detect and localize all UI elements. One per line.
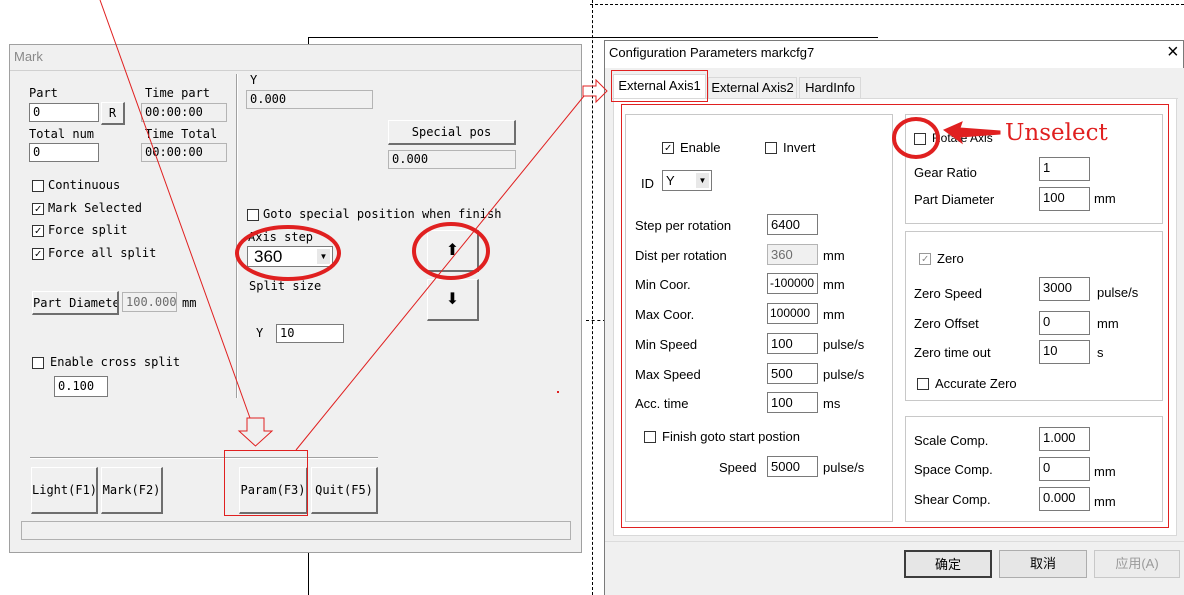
config-content-box [621, 104, 1169, 528]
axis-down-button[interactable]: ⬇ [427, 279, 479, 321]
force-split-label: Force split [48, 223, 128, 237]
goto-special-label: Goto special position when finish [263, 207, 502, 221]
unselect-annotation: Unselect [1005, 120, 1108, 146]
part-diameter-unit: mm [182, 296, 197, 310]
axis-up-button[interactable]: ⬆ [427, 230, 479, 272]
force-all-split-checkbox[interactable]: ✓ [32, 248, 44, 260]
close-icon[interactable]: × [1167, 41, 1179, 64]
quit-button[interactable]: Quit(F5) [311, 467, 378, 514]
time-part-label: Time part [145, 86, 211, 100]
cross-split-label: Enable cross split [50, 355, 181, 369]
special-pos-field: 0.000 [388, 150, 516, 169]
down-arrow-icon: ⬇ [445, 291, 460, 308]
tab-external-axis2[interactable]: External Axis2 [708, 77, 797, 98]
button-row-divider [30, 457, 378, 459]
part-diameter-button[interactable]: Part Diameter [32, 291, 119, 315]
part-diameter-field: 100.000 [122, 292, 177, 312]
status-bar [21, 521, 571, 540]
tab-highlight-box [611, 70, 708, 102]
goto-special-checkbox[interactable] [247, 209, 259, 221]
mark-window-title: Mark [14, 49, 43, 64]
cross-split-checkbox[interactable] [32, 357, 44, 369]
config-window-title: Configuration Parameters markcfg7 [609, 45, 815, 60]
canvas-hline [308, 37, 878, 38]
mark-selected-checkbox[interactable]: ✓ [32, 203, 44, 215]
split-size-label: Split size [249, 279, 322, 293]
axis-step-label: Axis step [248, 230, 314, 244]
apply-button[interactable]: 应用(A) [1094, 550, 1180, 578]
up-arrow-icon: ⬆ [445, 242, 460, 259]
special-pos-button[interactable]: Special pos [388, 120, 516, 145]
split-y-field[interactable]: 10 [276, 324, 344, 343]
split-y-label: Y [256, 326, 264, 340]
cancel-button[interactable]: 取消 [999, 550, 1087, 578]
continuous-label: Continuous [48, 178, 121, 192]
y-field: 0.000 [246, 90, 373, 109]
force-split-checkbox[interactable]: ✓ [32, 225, 44, 237]
mark-button[interactable]: Mark(F2) [101, 467, 163, 514]
mark-selected-label: Mark Selected [48, 201, 142, 215]
continuous-checkbox[interactable] [32, 180, 44, 192]
time-part-field: 00:00:00 [141, 103, 227, 122]
mark-panel-divider [236, 74, 238, 398]
part-label: Part [29, 86, 58, 100]
chevron-down-icon: ▼ [317, 249, 330, 264]
time-total-label: Time Total [145, 127, 218, 141]
total-num-label: Total num [29, 127, 95, 141]
dialog-footer-line [605, 541, 1184, 542]
axis-step-value: 360 [254, 247, 283, 266]
canvas-dash-h [590, 4, 1184, 5]
ok-button[interactable]: 确定 [904, 550, 992, 578]
axis-step-select[interactable]: 360 ▼ [247, 246, 333, 267]
r-button[interactable]: R [101, 102, 125, 125]
force-all-split-label: Force all split [48, 246, 157, 260]
mark-title-divider [10, 70, 581, 71]
part-field[interactable]: 0 [29, 103, 99, 122]
time-total-field: 00:00:00 [141, 143, 227, 162]
cross-split-field[interactable]: 0.100 [54, 376, 108, 397]
light-button[interactable]: Light(F1) [31, 467, 98, 514]
canvas-dash-h2 [586, 320, 606, 321]
param-button-box [224, 450, 308, 516]
y-label: Y [250, 73, 258, 87]
canvas-dash-v [592, 0, 593, 595]
total-num-field[interactable]: 0 [29, 143, 99, 162]
tab-hardinfo[interactable]: HardInfo [799, 77, 861, 98]
